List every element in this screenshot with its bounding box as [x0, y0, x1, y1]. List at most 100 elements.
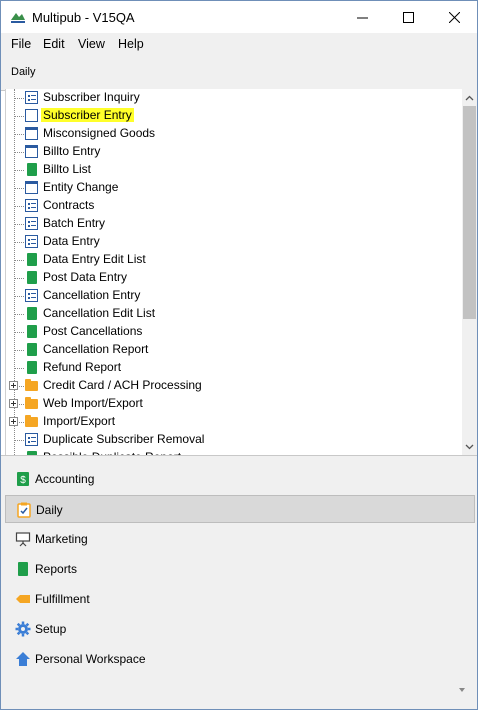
expand-plus-icon[interactable] — [9, 381, 18, 390]
window-title: Multipub - V15QA — [32, 10, 135, 25]
nav-item-setup[interactable]: Setup — [5, 615, 475, 643]
tree-item[interactable]: Subscriber Entry — [6, 107, 461, 125]
menu-help[interactable]: Help — [118, 37, 144, 51]
report-book-icon — [27, 307, 37, 320]
tree-item[interactable]: Import/Export — [6, 413, 461, 431]
tree-connector — [15, 152, 24, 153]
nav-overflow-chevron-icon[interactable] — [457, 685, 467, 695]
nav-item-fulfillment[interactable]: Fulfillment — [5, 585, 475, 613]
tree-item-label: Subscriber Inquiry — [43, 90, 140, 104]
tree-connector — [15, 134, 24, 135]
svg-text:$: $ — [20, 475, 26, 486]
tree-connector — [15, 188, 24, 189]
expand-plus-icon[interactable] — [9, 399, 18, 408]
form-lines-icon — [25, 91, 38, 104]
tree-item[interactable]: Cancellation Entry — [6, 287, 461, 305]
clipboard-icon — [17, 502, 31, 518]
tree-item-label: Batch Entry — [43, 216, 106, 230]
nav-item-personal-workspace[interactable]: Personal Workspace — [5, 645, 475, 673]
form-title-icon — [25, 127, 38, 140]
nav-item-label: Accounting — [35, 472, 95, 486]
maximize-icon — [402, 11, 414, 23]
tree-item[interactable]: Contracts — [6, 197, 461, 215]
nav-item-marketing[interactable]: Marketing — [5, 525, 475, 553]
nav-item-label: Marketing — [35, 532, 88, 546]
presentation-icon — [15, 532, 31, 547]
tree-connector — [15, 314, 24, 315]
form-title-icon — [25, 145, 38, 158]
maximize-button[interactable] — [385, 1, 431, 33]
tree-connector — [15, 116, 24, 117]
nav-item-label: Daily — [36, 503, 63, 517]
nav-item-accounting[interactable]: $ Accounting — [5, 465, 475, 493]
expand-plus-icon[interactable] — [9, 417, 18, 426]
report-book-icon — [27, 361, 37, 374]
tree-connector — [15, 224, 24, 225]
tree-scrollbar[interactable] — [462, 89, 477, 455]
form-icon — [25, 109, 38, 122]
nav-item-reports[interactable]: Reports — [5, 555, 475, 583]
tree-item[interactable]: Misconsigned Goods — [6, 125, 461, 143]
tree-item-label: Billto List — [43, 162, 92, 176]
gear-icon — [15, 621, 31, 637]
form-lines-icon — [25, 217, 38, 230]
tree-item-label: Refund Report — [43, 360, 122, 374]
tree-connector — [15, 368, 24, 369]
tree-item[interactable]: Duplicate Subscriber Removal — [6, 431, 461, 449]
tree-item-label: Web Import/Export — [43, 396, 143, 410]
menu-view[interactable]: View — [78, 37, 105, 51]
tree-connector — [15, 296, 24, 297]
tree-item[interactable]: Web Import/Export — [6, 395, 461, 413]
tree-item-label: Duplicate Subscriber Removal — [43, 432, 205, 446]
menu-file[interactable]: File — [11, 37, 31, 51]
tree-item[interactable]: Data Entry Edit List — [6, 251, 461, 269]
tree-item[interactable]: Billto List — [6, 161, 461, 179]
scroll-up-button[interactable] — [462, 89, 477, 106]
tree-item[interactable]: Billto Entry — [6, 143, 461, 161]
folder-icon — [25, 397, 38, 409]
close-icon — [448, 11, 460, 23]
nav-item-daily[interactable]: Daily — [5, 495, 475, 523]
scroll-thumb[interactable] — [463, 106, 476, 319]
form-title-icon — [25, 181, 38, 194]
tree-connector — [15, 350, 24, 351]
tree-item-label: Billto Entry — [43, 144, 101, 158]
app-window: Multipub - V15QA File Edit View Help Dai… — [0, 0, 478, 710]
accounting-icon: $ — [17, 472, 29, 486]
tree-item-label: Cancellation Edit List — [43, 306, 156, 320]
title-bar[interactable]: Multipub - V15QA — [1, 1, 477, 33]
tree-connector — [15, 242, 24, 243]
tree-item[interactable]: Post Data Entry — [6, 269, 461, 287]
nav-item-label: Setup — [35, 622, 67, 636]
tree-item[interactable]: Data Entry — [6, 233, 461, 251]
form-lines-icon — [25, 433, 38, 446]
tree-item-label: Credit Card / ACH Processing — [43, 378, 202, 392]
tree-item[interactable]: Cancellation Report — [6, 341, 461, 359]
navigation-pane: $ Accounting Daily Marketing Reports Fulfillm… — [1, 463, 477, 709]
tree-item[interactable]: Refund Report — [6, 359, 461, 377]
tree-item[interactable]: Cancellation Edit List — [6, 305, 461, 323]
tree-connector — [15, 332, 24, 333]
tree-item-label: Cancellation Entry — [43, 288, 141, 302]
tree-item[interactable]: Subscriber Inquiry — [6, 89, 461, 107]
close-button[interactable] — [431, 1, 477, 33]
scroll-down-button[interactable] — [462, 438, 477, 455]
tree-item[interactable]: Batch Entry — [6, 215, 461, 233]
minimize-icon — [356, 17, 368, 18]
minimize-button[interactable] — [339, 1, 385, 33]
report-book-icon — [27, 271, 37, 284]
tree-item[interactable]: Entity Change — [6, 179, 461, 197]
chevron-up-icon — [465, 95, 474, 100]
tree-connector — [15, 170, 24, 171]
menu-edit[interactable]: Edit — [43, 37, 65, 51]
tree-item[interactable]: Post Cancellations — [6, 323, 461, 341]
tree-connector — [15, 206, 24, 207]
app-logo-icon — [11, 13, 25, 23]
menu-tree[interactable]: Subscriber Inquiry Subscriber Entry Miscon… — [5, 89, 463, 455]
tree-item-label: Data Entry — [43, 234, 100, 248]
menu-bar: File Edit View Help — [1, 33, 477, 55]
section-title: Daily — [11, 66, 36, 78]
tree-connector — [15, 278, 24, 279]
tree-item[interactable]: Credit Card / ACH Processing — [6, 377, 461, 395]
report-book-icon — [27, 253, 37, 266]
